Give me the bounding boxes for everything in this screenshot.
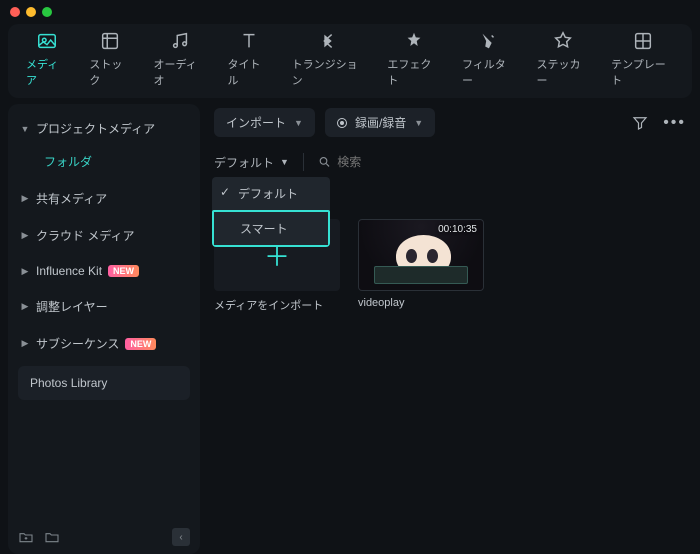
record-label: 録画/録音 <box>355 114 406 131</box>
effect-icon <box>403 30 425 52</box>
content-toolbar: インポート ▼ 録画/録音 ▼ ••• <box>208 104 692 147</box>
sort-option-smart[interactable]: スマート <box>212 210 330 247</box>
chevron-down-icon: ▼ <box>414 118 423 128</box>
nav-media[interactable]: メディア <box>26 30 67 88</box>
nav-effect[interactable]: エフェクト <box>387 30 440 88</box>
nav-label: タイトル <box>227 56 269 88</box>
sidebar-item-label: プロジェクトメディア <box>36 120 155 137</box>
sidebar: ▼ プロジェクトメディア フォルダ ▶ 共有メディア ▶ クラウド メディア ▶… <box>8 104 200 554</box>
nav-label: ステッカー <box>536 56 589 88</box>
sort-option-default[interactable]: デフォルト <box>212 177 330 210</box>
nav-label: メディア <box>26 56 67 88</box>
record-icon <box>337 118 347 128</box>
sidebar-cloud-media[interactable]: ▶ クラウド メディア <box>8 217 200 254</box>
top-nav: メディア ストック オーディオ タイトル トランジション エフェクト フィルター… <box>8 24 692 98</box>
search-icon <box>318 155 331 169</box>
sidebar-project-media[interactable]: ▼ プロジェクトメディア <box>8 110 200 147</box>
search-input[interactable] <box>337 155 686 169</box>
maximize-window-button[interactable] <box>42 7 52 17</box>
nav-template[interactable]: テンプレート <box>611 30 674 88</box>
chevron-right-icon: ▶ <box>20 301 30 312</box>
chevron-right-icon: ▶ <box>20 266 30 277</box>
filter-icon <box>477 30 499 52</box>
stock-icon <box>99 30 121 52</box>
folder-icon[interactable] <box>44 529 60 545</box>
clip-duration: 00:10:35 <box>438 224 477 235</box>
sidebar-adjustment-layer[interactable]: ▶ 調整レイヤー <box>8 288 200 325</box>
media-icon <box>36 30 58 52</box>
minimize-window-button[interactable] <box>26 7 36 17</box>
chevron-right-icon: ▶ <box>20 338 30 349</box>
nav-label: テンプレート <box>611 56 674 88</box>
transition-icon <box>317 30 339 52</box>
clip-thumbnail[interactable]: 00:10:35 <box>358 219 484 291</box>
more-menu-button[interactable]: ••• <box>663 114 686 132</box>
template-icon <box>632 30 654 52</box>
nav-label: オーディオ <box>154 56 206 88</box>
audio-icon <box>169 30 191 52</box>
sidebar-item-label: サブシーケンス <box>36 335 119 352</box>
collapse-sidebar-button[interactable]: ‹ <box>172 528 190 546</box>
sidebar-item-label: クラウド メディア <box>36 227 135 244</box>
nav-label: トランジション <box>292 56 366 88</box>
nav-stock[interactable]: ストック <box>89 30 131 88</box>
new-badge: NEW <box>108 265 139 277</box>
filter-bar: デフォルト ▼ デフォルト スマート <box>208 147 692 177</box>
sidebar-item-label: 調整レイヤー <box>36 298 108 315</box>
nav-label: ストック <box>89 56 131 88</box>
sticker-icon <box>552 30 574 52</box>
divider <box>303 153 304 171</box>
new-badge: NEW <box>125 338 156 350</box>
close-window-button[interactable] <box>10 7 20 17</box>
nav-label: エフェクト <box>387 56 440 88</box>
nav-label: フィルター <box>462 56 514 88</box>
window-titlebar <box>0 0 700 24</box>
nav-audio[interactable]: オーディオ <box>154 30 206 88</box>
sidebar-folder[interactable]: フォルダ <box>8 147 200 180</box>
sort-dropdown[interactable]: デフォルト ▼ <box>214 154 289 171</box>
sidebar-shared-media[interactable]: ▶ 共有メディア <box>8 180 200 217</box>
chevron-right-icon: ▶ <box>20 193 30 204</box>
sort-dropdown-menu: デフォルト スマート <box>212 177 330 247</box>
new-folder-icon[interactable] <box>18 529 34 545</box>
nav-filter[interactable]: フィルター <box>462 30 514 88</box>
search-field[interactable] <box>318 155 686 169</box>
filter-settings-icon[interactable] <box>631 114 649 132</box>
sidebar-subsequence[interactable]: ▶ サブシーケンス NEW <box>8 325 200 362</box>
chevron-down-icon: ▼ <box>280 157 289 167</box>
title-icon <box>238 30 260 52</box>
import-dropdown[interactable]: インポート ▼ <box>214 108 315 137</box>
import-label: メディアをインポート <box>214 291 340 313</box>
sidebar-photos-library[interactable]: Photos Library <box>18 366 190 400</box>
sidebar-bottom-toolbar: ‹ <box>8 528 200 546</box>
clip-name: videoplay <box>358 291 484 309</box>
import-label: インポート <box>226 114 286 131</box>
sidebar-item-label: Influence Kit <box>36 264 102 278</box>
sidebar-influence-kit[interactable]: ▶ Influence Kit NEW <box>8 254 200 288</box>
chevron-down-icon: ▼ <box>294 118 303 128</box>
nav-title[interactable]: タイトル <box>227 30 269 88</box>
sidebar-item-label: 共有メディア <box>36 190 107 207</box>
chevron-down-icon: ▼ <box>20 124 30 134</box>
record-dropdown[interactable]: 録画/録音 ▼ <box>325 108 435 137</box>
nav-sticker[interactable]: ステッカー <box>536 30 589 88</box>
nav-transition[interactable]: トランジション <box>292 30 366 88</box>
chevron-right-icon: ▶ <box>20 230 30 241</box>
content-area: インポート ▼ 録画/録音 ▼ ••• デフォルト ▼ <box>208 104 692 554</box>
sort-label: デフォルト <box>214 154 274 171</box>
media-clip-card[interactable]: 00:10:35 videoplay <box>358 219 484 313</box>
